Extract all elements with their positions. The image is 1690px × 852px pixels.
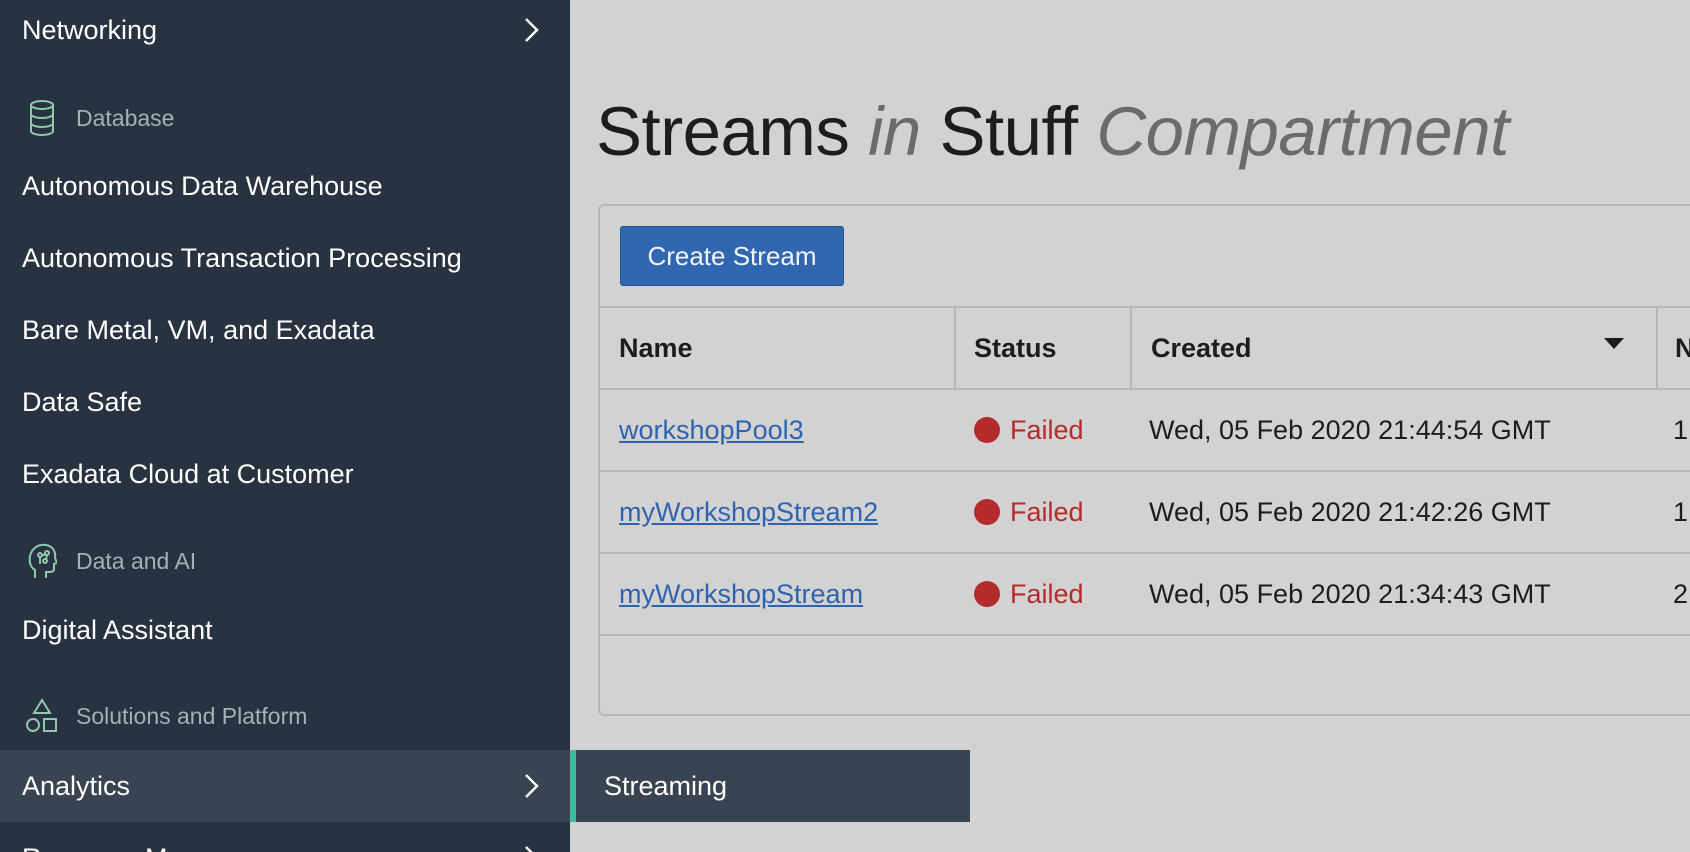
chevron-right-icon	[525, 774, 539, 798]
shapes-icon	[24, 695, 60, 737]
flyout-item-label: Streaming	[604, 770, 728, 801]
nav-item-exadata-cloud-at-customer[interactable]: Exadata Cloud at Customer	[0, 438, 570, 510]
nav-item-label: Analytics	[22, 770, 131, 801]
status-badge: Failed	[974, 389, 1084, 471]
column-header-name[interactable]: Name	[619, 307, 693, 389]
column-header-created[interactable]: Created	[1151, 307, 1252, 389]
nav-item-label: Exadata Cloud at Customer	[22, 458, 354, 489]
sort-descending-icon[interactable]	[1604, 338, 1624, 349]
section-label: Database	[76, 104, 175, 131]
navigation-sidebar: Networking Database Autonomous Data Ware…	[0, 0, 570, 852]
chevron-right-icon	[525, 18, 539, 42]
compartment-name: Stuff	[939, 93, 1078, 170]
nav-item-digital-assistant[interactable]: Digital Assistant	[0, 594, 570, 666]
nav-item-label: Autonomous Data Warehouse	[22, 170, 383, 201]
status-text: Failed	[1010, 578, 1084, 609]
stream-name-link[interactable]: myWorkshopStream2	[619, 497, 878, 528]
created-timestamp: Wed, 05 Feb 2020 21:34:43 GMT	[1149, 578, 1551, 609]
section-header-data-and-ai: Data and AI	[0, 531, 570, 591]
nav-item-autonomous-data-warehouse[interactable]: Autonomous Data Warehouse	[0, 150, 570, 222]
failed-status-icon	[974, 417, 1000, 443]
nav-item-label: Networking	[22, 14, 158, 45]
created-timestamp: Wed, 05 Feb 2020 21:42:26 GMT	[1149, 496, 1551, 527]
status-badge: Failed	[974, 471, 1084, 553]
table-row: workshopPool3	[619, 389, 804, 471]
column-divider	[1130, 307, 1132, 389]
flyout-item-streaming[interactable]: Streaming	[570, 750, 970, 822]
title-in: in	[868, 93, 921, 170]
nav-item-networking[interactable]: Networking	[0, 0, 570, 66]
section-header-database: Database	[0, 88, 570, 148]
section-header-solutions-and-platform: Solutions and Platform	[0, 686, 570, 746]
nav-item-resource-manager[interactable]: Resource M	[0, 822, 570, 852]
failed-status-icon	[974, 499, 1000, 525]
title-resource: Streams	[596, 93, 850, 170]
failed-status-icon	[974, 581, 1000, 607]
title-compartment: Compartment	[1096, 93, 1509, 170]
page-title: Streams in Stuff Compartment	[596, 92, 1509, 171]
stream-name-link[interactable]: myWorkshopStream	[619, 579, 863, 610]
status-badge: Failed	[974, 553, 1084, 635]
column-header-partial[interactable]: N	[1675, 307, 1690, 389]
partial-cell: 1	[1673, 414, 1689, 445]
table-row: myWorkshopStream2	[619, 471, 878, 553]
column-divider	[954, 307, 956, 389]
column-header-status[interactable]: Status	[974, 307, 1057, 389]
section-label: Solutions and Platform	[76, 702, 308, 729]
nav-item-label: Bare Metal, VM, and Exadata	[22, 314, 375, 345]
nav-item-bare-metal-vm-exadata[interactable]: Bare Metal, VM, and Exadata	[0, 294, 570, 366]
status-text: Failed	[1010, 414, 1084, 445]
nav-item-data-safe[interactable]: Data Safe	[0, 366, 570, 438]
created-timestamp: Wed, 05 Feb 2020 21:44:54 GMT	[1149, 414, 1551, 445]
nav-item-label: Resource M	[22, 843, 168, 852]
chevron-right-icon	[525, 846, 533, 852]
table-row: myWorkshopStream	[619, 553, 863, 635]
nav-item-label: Autonomous Transaction Processing	[22, 242, 462, 273]
partial-cell: 2	[1673, 578, 1689, 609]
database-icon	[24, 97, 60, 139]
create-stream-button[interactable]: Create Stream	[620, 226, 844, 286]
nav-item-autonomous-transaction-processing[interactable]: Autonomous Transaction Processing	[0, 222, 570, 294]
nav-item-label: Data Safe	[22, 386, 143, 417]
nav-item-label: Digital Assistant	[22, 614, 213, 645]
divider	[600, 306, 1690, 308]
partial-cell: 1	[1673, 496, 1689, 527]
column-divider	[1656, 307, 1658, 389]
stream-name-link[interactable]: workshopPool3	[619, 415, 804, 446]
ai-head-icon	[24, 540, 60, 582]
status-text: Failed	[1010, 496, 1084, 527]
section-label: Data and AI	[76, 547, 197, 574]
nav-item-analytics[interactable]: Analytics	[0, 750, 570, 822]
